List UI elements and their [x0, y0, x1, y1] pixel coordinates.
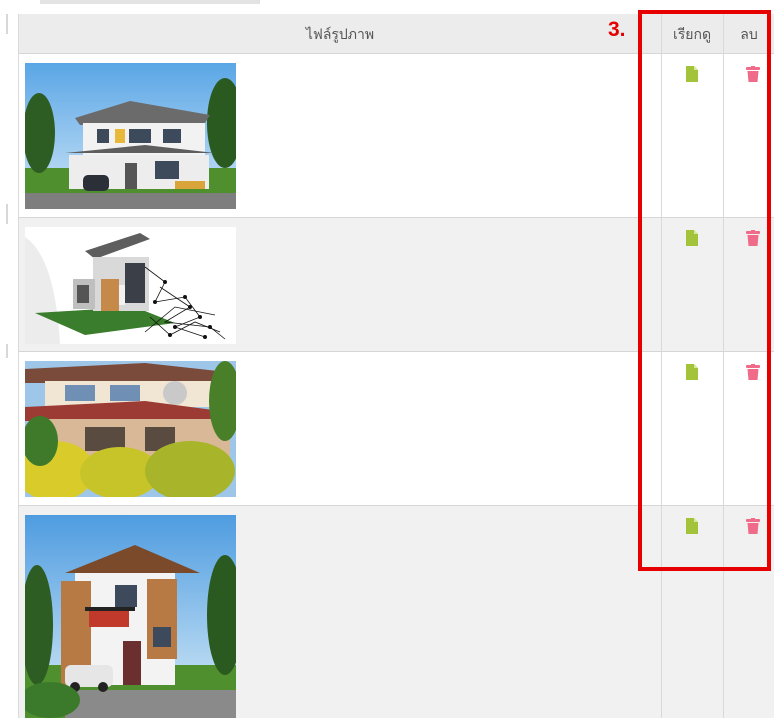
- header-file-images: ไฟล์รูปภาพ: [305, 26, 375, 42]
- cut-off-heading: [40, 0, 260, 4]
- trash-icon[interactable]: [746, 518, 760, 534]
- edge-mark: [6, 14, 8, 34]
- house-photo-4[interactable]: [25, 515, 236, 718]
- file-icon[interactable]: [685, 364, 699, 380]
- file-icon[interactable]: [685, 66, 699, 82]
- file-icon[interactable]: [685, 230, 699, 246]
- edge-mark: [6, 344, 8, 358]
- annotation-number: 3.: [608, 18, 626, 41]
- image-files-table: ไฟล์รูปภาพ เรียกดู ลบ: [18, 14, 774, 718]
- top-strip: [0, 0, 774, 14]
- column-divider: [661, 14, 662, 718]
- file-icon[interactable]: [685, 518, 699, 534]
- trash-icon[interactable]: [746, 230, 760, 246]
- left-edge: [0, 14, 18, 718]
- trash-icon[interactable]: [746, 364, 760, 380]
- house-photo-1[interactable]: [25, 63, 236, 209]
- trash-icon[interactable]: [746, 66, 760, 82]
- edge-mark: [6, 204, 8, 224]
- header-view: เรียกดู: [672, 26, 712, 42]
- house-photo-2[interactable]: [25, 227, 236, 344]
- header-delete: ลบ: [740, 26, 758, 42]
- house-photo-3[interactable]: [25, 361, 236, 497]
- column-divider: [723, 14, 724, 718]
